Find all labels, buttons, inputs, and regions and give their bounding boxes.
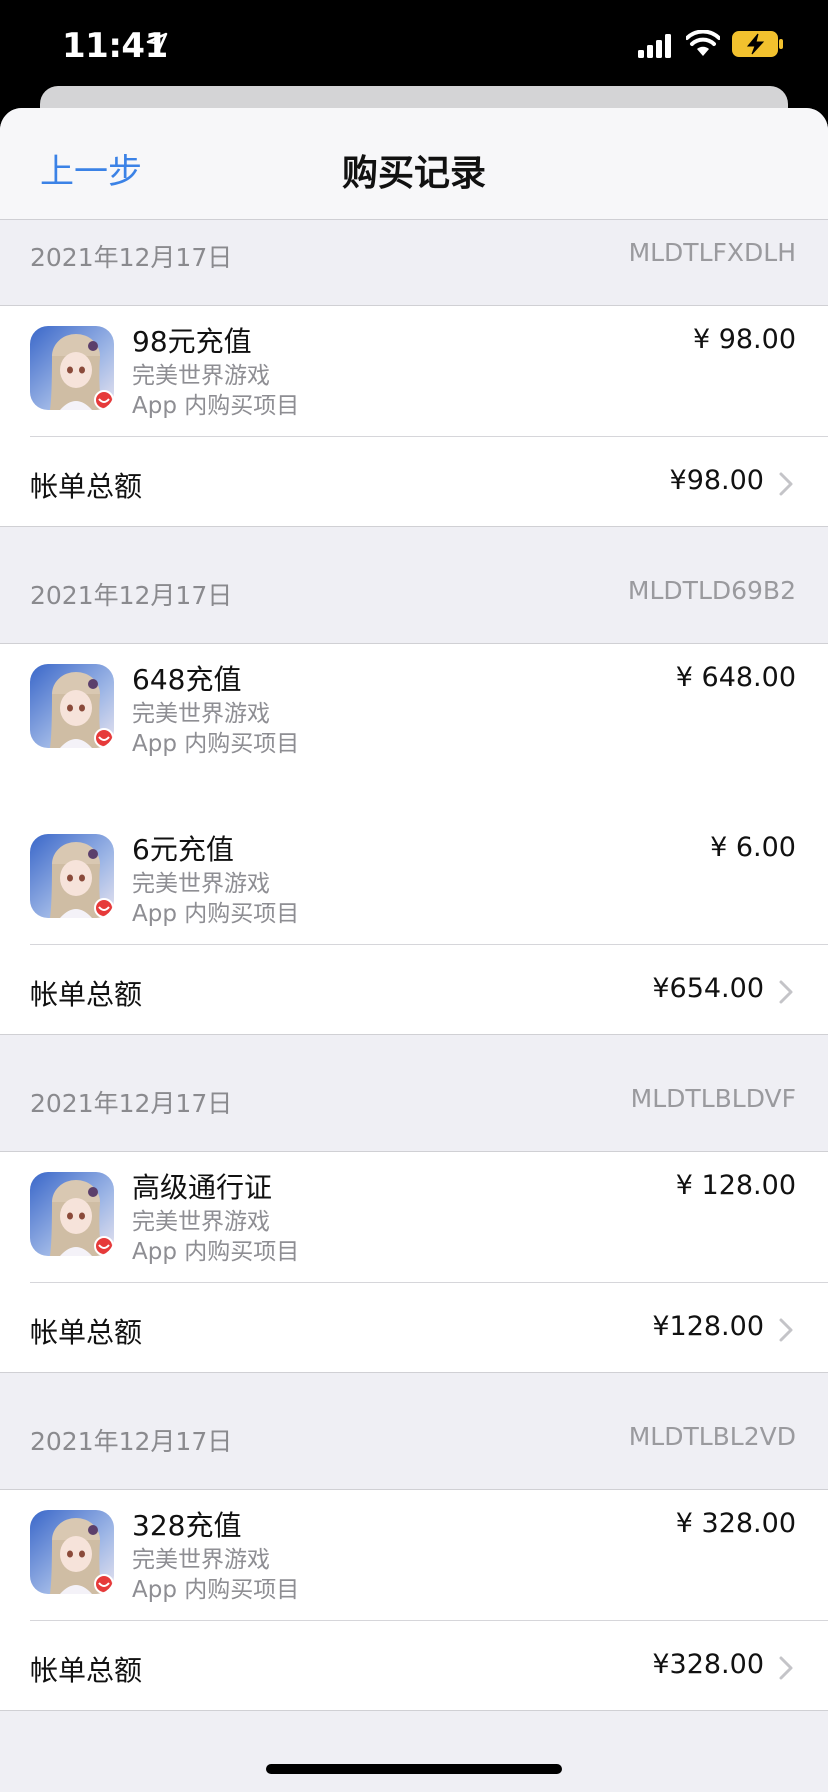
purchase-group: 98元充值 完美世界游戏 App 内购买项目 ¥ 98.00 帐单总额 ¥98.… xyxy=(0,305,828,527)
location-arrow-icon xyxy=(146,32,168,54)
bill-total-value: ¥654.00 xyxy=(652,973,764,1004)
status-bar: 11:41 xyxy=(0,0,828,90)
page-title: 购买记录 xyxy=(341,153,486,194)
item-type: App 内购买项目 xyxy=(132,1239,300,1265)
bill-total-row[interactable]: 帐单总额 ¥654.00 xyxy=(0,945,828,1035)
app-icon xyxy=(30,1510,114,1594)
item-price: ¥ 6.00 xyxy=(710,832,796,863)
item-title: 6元充值 xyxy=(132,833,234,866)
app-icon xyxy=(30,834,114,918)
bill-total-row[interactable]: 帐单总额 ¥98.00 xyxy=(0,437,828,527)
wifi-icon xyxy=(686,30,720,56)
home-indicator[interactable] xyxy=(266,1764,562,1774)
item-app-name: 完美世界游戏 xyxy=(132,701,270,727)
section-header: 2021年12月17日 MLDTLBLDVF xyxy=(0,1066,828,1136)
purchase-item[interactable]: 328充值 完美世界游戏 App 内购买项目 ¥ 328.00 xyxy=(0,1490,828,1620)
bill-total-row[interactable]: 帐单总额 ¥328.00 xyxy=(0,1621,828,1711)
bill-total-label: 帐单总额 xyxy=(30,1316,143,1349)
purchase-item[interactable]: 6元充值 完美世界游戏 App 内购买项目 ¥ 6.00 xyxy=(0,814,828,944)
order-id: MLDTLFXDLH xyxy=(628,238,796,267)
item-title: 648充值 xyxy=(132,663,242,696)
item-type: App 内购买项目 xyxy=(132,1577,300,1603)
navigation-bar: 上一步 购买记录 xyxy=(0,108,828,220)
order-id: MLDTLBL2VD xyxy=(628,1422,796,1451)
section-header: 2021年12月17日 MLDTLD69B2 xyxy=(0,558,828,628)
purchase-group: 648充值 完美世界游戏 App 内购买项目 ¥ 648.00 6元充值 完美世… xyxy=(0,643,828,1035)
purchase-history-sheet: 上一步 购买记录 2021年12月17日 MLDTLFXDLH 98元充值 完美… xyxy=(0,108,828,1792)
item-title: 高级通行证 xyxy=(132,1171,273,1204)
item-type: App 内购买项目 xyxy=(132,901,300,927)
app-icon xyxy=(30,326,114,410)
chevron-right-icon xyxy=(779,980,793,1004)
section-header: 2021年12月17日 MLDTLFXDLH xyxy=(0,220,828,290)
item-app-name: 完美世界游戏 xyxy=(132,363,270,389)
item-price: ¥ 128.00 xyxy=(675,1170,796,1201)
chevron-right-icon xyxy=(779,1656,793,1680)
section-header: 2021年12月17日 MLDTLBL2VD xyxy=(0,1404,828,1474)
chevron-right-icon xyxy=(779,1318,793,1342)
bill-total-value: ¥328.00 xyxy=(652,1649,764,1680)
app-icon xyxy=(30,1172,114,1256)
item-type: App 内购买项目 xyxy=(132,731,300,757)
order-id: MLDTLBLDVF xyxy=(630,1084,796,1113)
chevron-right-icon xyxy=(779,472,793,496)
item-title: 328充值 xyxy=(132,1509,242,1542)
app-icon xyxy=(30,664,114,748)
bill-total-value: ¥128.00 xyxy=(652,1311,764,1342)
purchase-item[interactable]: 98元充值 完美世界游戏 App 内购买项目 ¥ 98.00 xyxy=(0,306,828,436)
item-price: ¥ 648.00 xyxy=(675,662,796,693)
purchase-group: 高级通行证 完美世界游戏 App 内购买项目 ¥ 128.00 帐单总额 ¥12… xyxy=(0,1151,828,1373)
item-type: App 内购买项目 xyxy=(132,393,300,419)
bill-total-label: 帐单总额 xyxy=(30,1654,143,1687)
item-app-name: 完美世界游戏 xyxy=(132,1547,270,1573)
bill-total-value: ¥98.00 xyxy=(669,465,764,496)
purchase-date: 2021年12月17日 xyxy=(30,243,233,272)
purchase-date: 2021年12月17日 xyxy=(30,1089,233,1118)
order-id: MLDTLD69B2 xyxy=(627,576,796,605)
cellular-signal-icon xyxy=(638,34,671,58)
bill-total-label: 帐单总额 xyxy=(30,470,143,503)
purchase-date: 2021年12月17日 xyxy=(30,1427,233,1456)
item-title: 98元充值 xyxy=(132,325,252,358)
purchase-group: 328充值 完美世界游戏 App 内购买项目 ¥ 328.00 帐单总额 ¥32… xyxy=(0,1489,828,1711)
purchase-item[interactable]: 648充值 完美世界游戏 App 内购买项目 ¥ 648.00 xyxy=(0,644,828,774)
battery-charging-icon xyxy=(732,31,783,57)
bill-total-row[interactable]: 帐单总额 ¥128.00 xyxy=(0,1283,828,1373)
purchase-item[interactable]: 高级通行证 完美世界游戏 App 内购买项目 ¥ 128.00 xyxy=(0,1152,828,1282)
item-app-name: 完美世界游戏 xyxy=(132,1209,270,1235)
bill-total-label: 帐单总额 xyxy=(30,978,143,1011)
purchase-date: 2021年12月17日 xyxy=(30,581,233,610)
item-app-name: 完美世界游戏 xyxy=(132,871,270,897)
item-price: ¥ 328.00 xyxy=(675,1508,796,1539)
item-price: ¥ 98.00 xyxy=(692,324,796,355)
